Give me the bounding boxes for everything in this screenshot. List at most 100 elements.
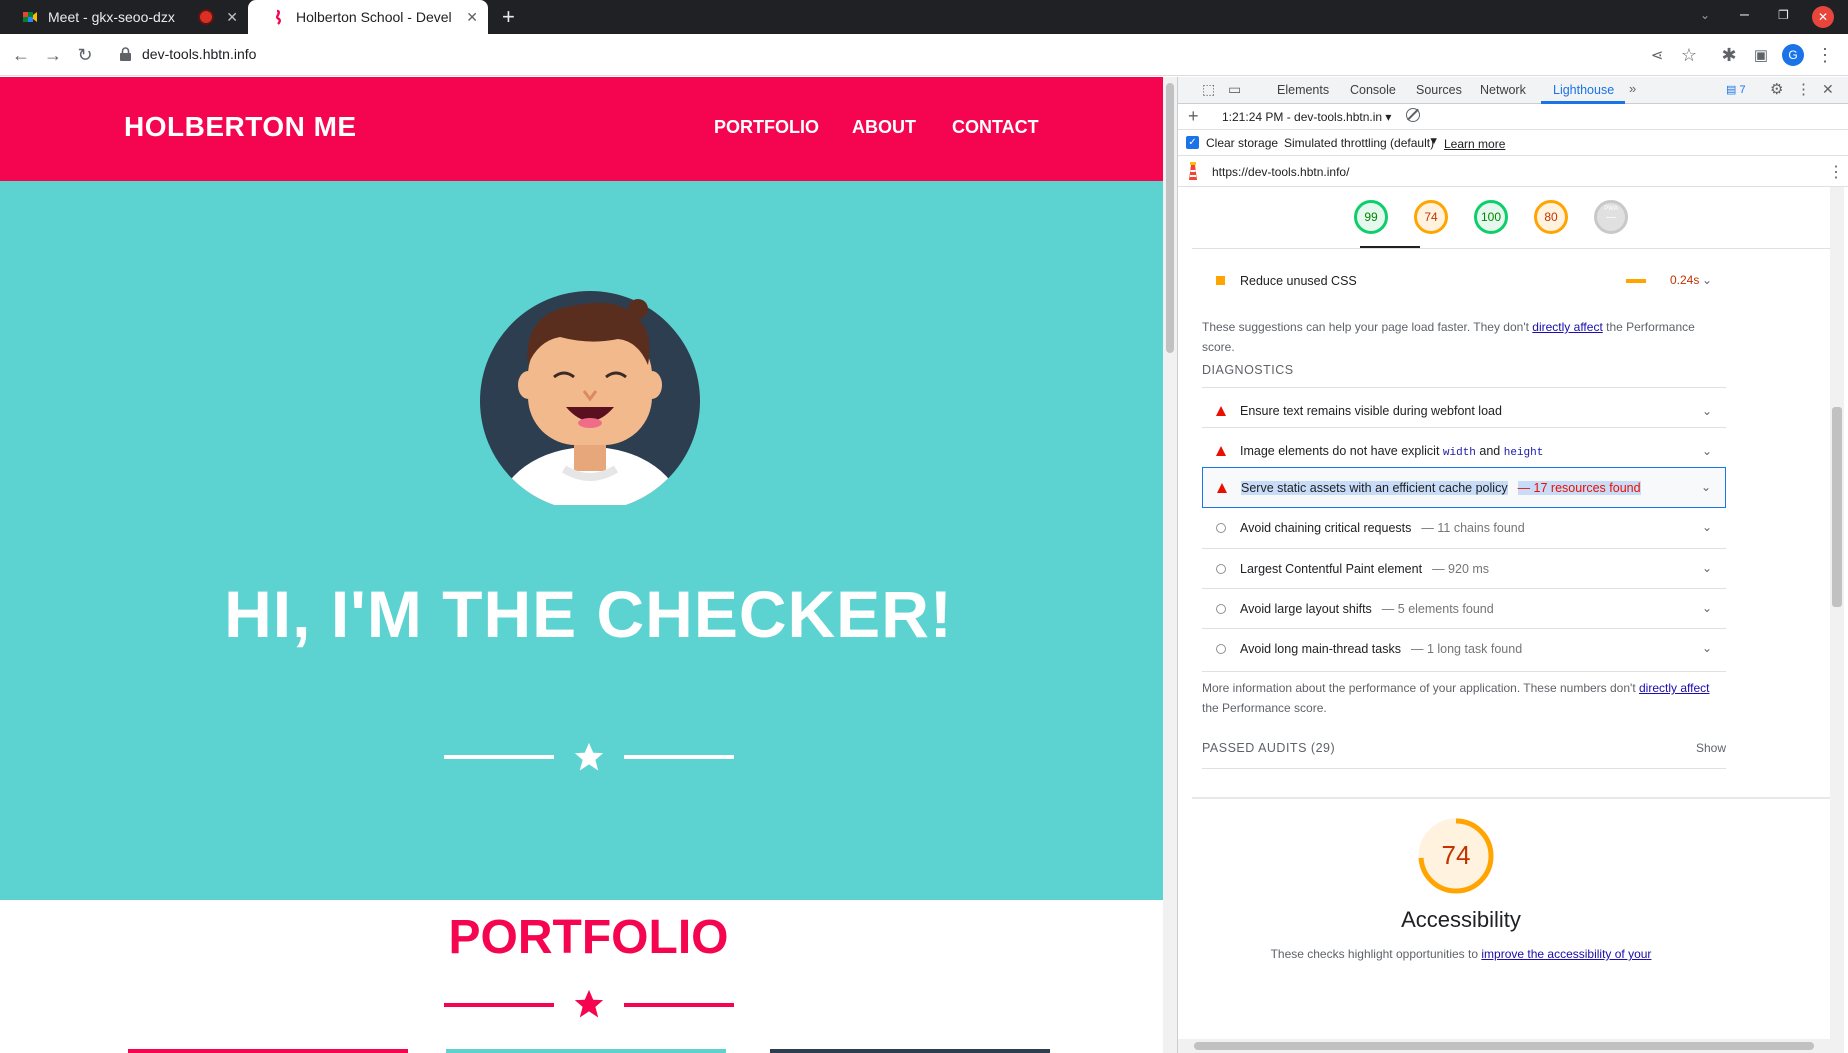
more-tabs-icon[interactable]: » <box>1629 81 1636 96</box>
opportunities-note: These suggestions can help your page loa… <box>1202 317 1726 357</box>
close-icon[interactable]: ✕ <box>226 9 238 26</box>
bookmark-star-icon[interactable]: ☆ <box>1678 44 1700 66</box>
url-text[interactable]: dev-tools.hbtn.info <box>142 46 256 62</box>
diagnostic-row[interactable]: Avoid long main-thread tasks — 1 long ta… <box>1202 628 1726 668</box>
pwa-label: PWA <box>1604 206 1618 212</box>
chevron-down-icon[interactable]: ⌄ <box>1702 641 1712 655</box>
report-selector[interactable]: 1:21:24 PM - dev-tools.hbtn.in ▾ <box>1222 110 1391 124</box>
report-url[interactable]: https://dev-tools.hbtn.info/ <box>1212 165 1349 179</box>
diagnostic-row[interactable]: Avoid large layout shifts — 5 elements f… <box>1202 588 1726 628</box>
passed-audits-row[interactable]: PASSED AUDITS (29) Show <box>1202 739 1726 769</box>
web-page: HOLBERTON ME PORTFOLIO ABOUT CONTACT HI,… <box>0 77 1177 1053</box>
tab-title: Holberton School - Devel <box>296 9 452 25</box>
menu-kebab-icon[interactable]: ⋮ <box>1814 44 1836 66</box>
title-text: and <box>1475 443 1504 458</box>
close-icon[interactable]: ✕ <box>466 9 478 26</box>
forward-icon[interactable]: → <box>42 44 64 66</box>
passed-label-text: PASSED AUDITS <box>1202 741 1307 755</box>
holberton-favicon-icon <box>270 9 286 25</box>
score-gauges: 99 74 100 80 PWA — <box>1192 187 1830 249</box>
clear-reports-icon[interactable] <box>1406 108 1420 122</box>
tab-holberton[interactable]: Holberton School - Devel ✕ <box>248 0 488 34</box>
chevron-down-icon[interactable]: ⌄ <box>1702 520 1712 534</box>
tab-elements[interactable]: Elements <box>1277 83 1329 97</box>
chevron-down-icon[interactable]: ⌄ <box>1702 273 1712 287</box>
horizontal-scroll-thumb[interactable] <box>1194 1042 1814 1050</box>
section-divider <box>1192 797 1830 799</box>
accessibility-title: Accessibility <box>1401 907 1521 932</box>
diagnostic-row-selected[interactable]: Serve static assets with an efficient ca… <box>1202 467 1726 508</box>
avatar-illustration <box>480 291 700 505</box>
note-text: These suggestions can help your page loa… <box>1202 320 1533 334</box>
directly-affect-link[interactable]: directly affect <box>1532 320 1602 334</box>
report-menu-icon[interactable]: ⋮ <box>1828 162 1844 182</box>
note-text: the Performance score. <box>1202 701 1327 715</box>
opportunity-row[interactable]: Reduce unused CSS 0.24s ⌄ <box>1202 257 1726 304</box>
gauge-pwa[interactable]: PWA — <box>1594 200 1628 234</box>
info-circle-icon <box>1216 603 1226 614</box>
nav-about[interactable]: ABOUT <box>852 117 916 138</box>
devtools-tabbar: ⬚ ▭ Elements Console Sources Network Lig… <box>1178 77 1848 104</box>
throttling-dropdown-icon[interactable]: ▼ <box>1429 136 1439 147</box>
tab-console[interactable]: Console <box>1350 83 1396 97</box>
chevron-down-icon[interactable]: ⌄ <box>1702 561 1712 575</box>
close-devtools-icon[interactable]: ✕ <box>1822 81 1834 98</box>
learn-more-link[interactable]: Learn more <box>1444 137 1505 151</box>
info-circle-icon <box>1216 563 1226 574</box>
gauge-performance[interactable]: 99 <box>1354 200 1388 234</box>
back-icon[interactable]: ← <box>10 44 32 66</box>
settings-gear-icon[interactable]: ⚙ <box>1770 80 1783 98</box>
site-brand[interactable]: HOLBERTON ME <box>124 111 357 143</box>
device-toolbar-icon[interactable]: ▭ <box>1228 81 1241 98</box>
chevron-down-icon[interactable]: ⌄ <box>1701 480 1711 494</box>
issues-badge[interactable]: ▤ 7 <box>1726 83 1746 96</box>
tab-sources[interactable]: Sources <box>1416 83 1462 97</box>
tab-network[interactable]: Network <box>1480 83 1526 97</box>
share-icon[interactable]: ⋖ <box>1646 44 1668 66</box>
code-width: width <box>1442 446 1476 459</box>
inspect-element-icon[interactable]: ⬚ <box>1202 81 1215 98</box>
fail-triangle-icon <box>1217 482 1227 493</box>
opportunity-savings: 0.24s <box>1670 273 1700 287</box>
report-scrollbar[interactable] <box>1830 187 1844 1053</box>
devtools-menu-icon[interactable]: ⋮ <box>1796 80 1811 98</box>
tab-meet[interactable]: Meet - gkx-seoo-dzx ✕ <box>0 0 248 34</box>
side-panel-icon[interactable]: ▣ <box>1750 44 1772 66</box>
chevron-down-icon[interactable]: ⌄ <box>1702 444 1712 458</box>
gauge-best-practices[interactable]: 100 <box>1474 200 1508 234</box>
divider-line-left <box>444 1003 554 1007</box>
diagnostic-title: Serve static assets with an efficient ca… <box>1241 480 1508 495</box>
gauge-accessibility[interactable]: 74 <box>1414 200 1448 234</box>
show-passed-button[interactable]: Show <box>1696 741 1726 755</box>
profile-avatar[interactable]: G <box>1782 44 1804 66</box>
diagnostic-title: Ensure text remains visible during webfo… <box>1240 404 1502 418</box>
nav-portfolio[interactable]: PORTFOLIO <box>714 117 819 138</box>
diagnostic-title: Avoid chaining critical requests <box>1240 521 1412 535</box>
extensions-icon[interactable]: ✱ <box>1718 44 1740 66</box>
report-scroll-thumb[interactable] <box>1832 407 1842 607</box>
page-scroll-thumb[interactable] <box>1166 83 1174 353</box>
tab-lighthouse[interactable]: Lighthouse <box>1553 83 1614 97</box>
report-horizontal-scrollbar[interactable] <box>1178 1039 1830 1053</box>
clear-storage-checkbox[interactable]: ✓ <box>1186 136 1199 149</box>
improve-accessibility-link[interactable]: improve the accessibility of your <box>1481 947 1651 961</box>
nav-contact[interactable]: CONTACT <box>952 117 1039 138</box>
fail-triangle-icon <box>1216 406 1226 416</box>
diagnostic-row[interactable]: Largest Contentful Paint element — 920 m… <box>1202 548 1726 588</box>
minimize-icon[interactable]: – <box>1740 6 1749 24</box>
new-report-icon[interactable]: + <box>1188 106 1199 127</box>
chevron-down-icon[interactable]: ⌄ <box>1702 601 1712 615</box>
reload-icon[interactable]: ↻ <box>74 44 96 66</box>
window-close-icon[interactable]: ✕ <box>1812 6 1834 28</box>
recording-icon <box>200 11 212 23</box>
chevron-down-icon[interactable]: ⌄ <box>1702 404 1712 418</box>
warning-square-icon <box>1216 276 1226 285</box>
tab-search-icon[interactable]: ⌄ <box>1700 8 1710 22</box>
new-tab-button[interactable]: + <box>502 4 515 30</box>
directly-affect-link[interactable]: directly affect <box>1639 681 1709 695</box>
gauge-seo[interactable]: 80 <box>1534 200 1568 234</box>
diagnostic-row[interactable]: Avoid chaining critical requests — 11 ch… <box>1202 508 1726 548</box>
page-scrollbar[interactable] <box>1163 77 1177 1053</box>
restore-icon[interactable]: ❐ <box>1778 8 1789 22</box>
info-circle-icon <box>1216 523 1226 533</box>
